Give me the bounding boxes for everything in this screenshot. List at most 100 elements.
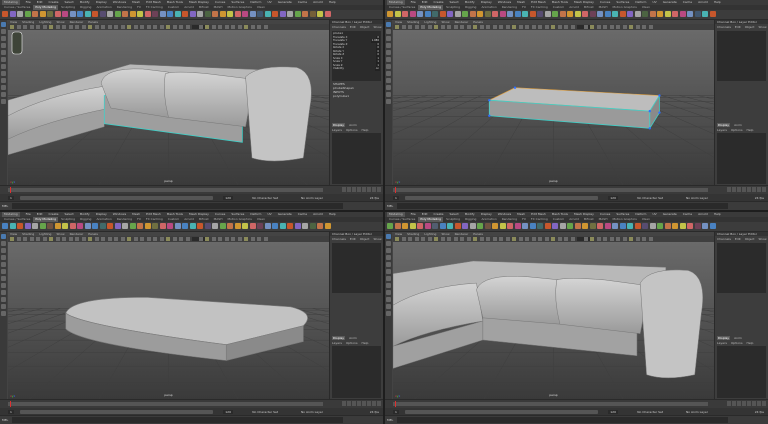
shelf-tool-icon[interactable]: [424, 223, 431, 229]
shelf-tool-icon[interactable]: [672, 11, 678, 17]
shelf-tool-icon[interactable]: [507, 11, 513, 17]
viewport-tool-icon[interactable]: [492, 25, 497, 29]
viewport-tool-icon[interactable]: [466, 237, 471, 241]
layer-menu-help[interactable]: Help: [747, 128, 754, 132]
tool-icon[interactable]: [386, 22, 391, 27]
shelf-tool-icon[interactable]: [394, 223, 401, 229]
shelf-tool-icon[interactable]: [32, 11, 38, 17]
command-input[interactable]: [397, 417, 728, 423]
shelf-tool-icon[interactable]: [159, 11, 166, 17]
viewport-tool-icon[interactable]: [408, 237, 412, 241]
shelf-tool-icon[interactable]: [77, 11, 83, 17]
shelf-tool-icon[interactable]: [122, 223, 128, 229]
shelf-tool-icon[interactable]: [219, 11, 226, 17]
shelf-tool-icon[interactable]: [47, 223, 53, 229]
viewport-tool-icon[interactable]: [250, 237, 255, 241]
playback-button-icon[interactable]: [752, 401, 756, 406]
shelf-tool-icon[interactable]: [619, 11, 626, 17]
viewport-tool-icon[interactable]: [101, 25, 105, 29]
anim-layer-menu[interactable]: No Anim Layer: [686, 196, 708, 200]
channel-list[interactable]: pCube1 Translate X 0 Translate Y 1.086 Transl…: [332, 31, 381, 81]
viewport-tool-icon[interactable]: [133, 237, 138, 241]
viewport-tool-icon[interactable]: [166, 25, 170, 29]
channel-menu-edit[interactable]: Edit: [735, 25, 741, 29]
playback-button-icon[interactable]: [367, 401, 371, 406]
tool-icon[interactable]: [1, 71, 6, 76]
channel-menu-show[interactable]: Show: [373, 237, 381, 241]
shelf-tool-icon[interactable]: [409, 223, 416, 229]
shelf-tool-icon[interactable]: [152, 223, 158, 229]
shelf-tool-icon[interactable]: [387, 11, 393, 17]
playback-button-icon[interactable]: [757, 401, 761, 406]
shelf-tool-icon[interactable]: [612, 223, 618, 229]
shelf-tool-icon[interactable]: [649, 11, 656, 17]
viewport-tool-icon[interactable]: [107, 25, 112, 29]
shelf-tool-icon[interactable]: [679, 223, 686, 229]
shelf-tool-icon[interactable]: [257, 223, 263, 229]
playback-button-icon[interactable]: [357, 187, 361, 192]
viewport-tool-icon[interactable]: [583, 25, 588, 29]
viewport-tool-icon[interactable]: [609, 25, 614, 29]
viewport-persp[interactable]: persp xyz: [393, 30, 714, 186]
anim-layer-menu[interactable]: No Anim Layer: [686, 410, 708, 414]
viewport-tool-icon[interactable]: [62, 25, 66, 29]
shelf-tool-icon[interactable]: [559, 223, 566, 229]
channel-value[interactable]: on: [374, 67, 380, 71]
shelf-tool-icon[interactable]: [424, 11, 431, 17]
tool-icon[interactable]: [1, 64, 6, 69]
shelf-tool-icon[interactable]: [619, 223, 626, 229]
shelf-tool-icon[interactable]: [167, 11, 173, 17]
viewport-tool-icon[interactable]: [512, 25, 516, 29]
viewport-tool-icon[interactable]: [198, 237, 203, 241]
tool-icon[interactable]: [1, 234, 6, 239]
viewport-tool-icon[interactable]: [133, 25, 138, 29]
viewport-tool-icon[interactable]: [172, 25, 177, 29]
viewport-tool-icon[interactable]: [525, 237, 529, 241]
tool-icon[interactable]: [1, 297, 6, 302]
tool-icon[interactable]: [386, 36, 391, 41]
current-time-marker[interactable]: [10, 187, 11, 193]
layer-tab-anim[interactable]: Anim: [734, 336, 742, 340]
viewport-tool-icon[interactable]: [616, 25, 620, 29]
viewport-scene[interactable]: [8, 242, 329, 400]
shelf-tool-icon[interactable]: [537, 223, 543, 229]
playback-button-icon[interactable]: [742, 187, 746, 192]
viewport-tool-icon[interactable]: [257, 25, 261, 29]
shelf-tool-icon[interactable]: [174, 223, 181, 229]
viewport-tool-icon[interactable]: [447, 25, 451, 29]
shelf-tool-icon[interactable]: [484, 11, 491, 17]
playback-button-icon[interactable]: [727, 187, 731, 192]
playback-button-icon[interactable]: [377, 401, 381, 406]
layer-menu-options[interactable]: Options: [731, 341, 743, 345]
viewport-tool-icon[interactable]: [590, 237, 594, 241]
layer-menu-layers[interactable]: Layers: [332, 341, 342, 345]
fps-menu[interactable]: 24 fps: [755, 196, 764, 200]
shelf-tool-icon[interactable]: [249, 11, 256, 17]
viewport-tool-icon[interactable]: [427, 237, 432, 241]
tool-icon[interactable]: [386, 283, 391, 288]
shelf-tool-icon[interactable]: [324, 223, 331, 229]
shelf-tool-icon[interactable]: [544, 223, 551, 229]
viewport-tool-icon[interactable]: [635, 237, 640, 241]
shelf-tool-icon[interactable]: [77, 223, 83, 229]
shelf-tool-icon[interactable]: [537, 11, 543, 17]
shelf-tool-icon[interactable]: [32, 223, 38, 229]
layer-menu-layers[interactable]: Layers: [332, 128, 342, 132]
viewport-tool-icon[interactable]: [616, 237, 620, 241]
viewport-tool-icon[interactable]: [629, 25, 633, 29]
viewport-tool-icon[interactable]: [205, 237, 209, 241]
time-slider[interactable]: [0, 185, 383, 194]
viewport-tool-icon[interactable]: [531, 237, 536, 241]
tool-icon[interactable]: [386, 85, 391, 90]
shelf-tool-icon[interactable]: [529, 223, 536, 229]
shelf-tool-icon[interactable]: [612, 11, 618, 17]
range-start-field[interactable]: 1: [393, 410, 399, 414]
range-slider-bar[interactable]: [20, 196, 213, 200]
viewport-tool-icon[interactable]: [75, 25, 79, 29]
layer-tab-display[interactable]: Display: [332, 122, 346, 127]
viewport-persp[interactable]: persp xyz: [8, 30, 329, 186]
shelf-tool-icon[interactable]: [642, 11, 648, 17]
viewport-tool-icon[interactable]: [29, 237, 34, 241]
shelf-tool-icon[interactable]: [302, 11, 308, 17]
viewport-tool-icon[interactable]: [68, 237, 73, 241]
